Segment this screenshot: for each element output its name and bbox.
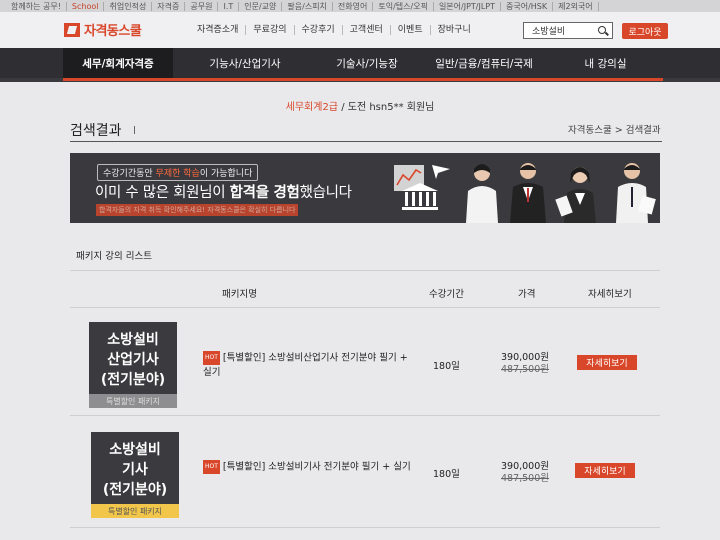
title-underline xyxy=(70,141,662,142)
row-divider xyxy=(70,527,660,528)
top-link[interactable]: 공무원 xyxy=(185,1,219,11)
logo-text: 자격동스쿨 xyxy=(84,24,142,39)
banner-headline-suffix: 했습니다 xyxy=(299,185,352,201)
member-grade: 세무회계2급 xyxy=(285,102,339,113)
top-link[interactable]: I.T xyxy=(218,1,240,11)
package-name-link[interactable]: HOT [특별할인] 소방설비기사 전기분야 필기 + 실기 xyxy=(203,460,413,475)
original-price: 487,500원 xyxy=(500,364,550,375)
search-value: 소방설비 xyxy=(532,27,566,37)
site-logo[interactable]: 자격동스쿨 xyxy=(64,20,142,39)
banner-pill-text: 수강기간동안 xyxy=(103,169,156,179)
column-header-detail: 자세히보기 xyxy=(588,289,632,300)
page-title: 검색결과 xyxy=(70,123,122,139)
original-price: 487,500원 xyxy=(500,473,550,484)
package-list-title: 패키지 강의 리스트 xyxy=(76,251,152,262)
site-header: 자격동스쿨 자격증소개 무료강의 수강후기 고객센터 이벤트 장바구니 소방설비… xyxy=(0,12,720,48)
package-name-link[interactable]: HOT [특별할인] 소방설비산업기사 전기분야 필기 + 실기 xyxy=(203,351,413,380)
nav-item-intro[interactable]: 자격증소개 xyxy=(190,25,247,35)
main-nav: 자격증소개 무료강의 수강후기 고객센터 이벤트 장바구니 xyxy=(190,25,478,35)
detail-button[interactable]: 자세히보기 xyxy=(577,355,637,370)
banner-pill-suffix: 이 가능합니다 xyxy=(199,169,253,179)
category-tab-tax[interactable]: 세무/회계자격증 xyxy=(63,48,173,78)
table-top-line xyxy=(70,270,660,271)
table-header-line xyxy=(70,307,660,308)
thumbnail-title: 소방설비 기사 (전기분야) xyxy=(102,442,168,498)
banner-note: 합격자들의 자격 취득 확인해주세요! 자격동스쿨은 확실히 다릅니다 xyxy=(96,204,299,216)
top-link[interactable]: 일본어/JPT/JLPT xyxy=(434,1,502,11)
breadcrumb: 자격동스쿨 > 검색결과 xyxy=(568,125,661,136)
logout-button[interactable]: 로그아웃 xyxy=(622,23,668,39)
thumbnail-tag: 특별할인 패키지 xyxy=(91,504,179,518)
top-link[interactable]: 함께하는 공무! xyxy=(6,1,67,11)
column-header-price: 가격 xyxy=(518,289,536,300)
package-name: [특별할인] 소방설비기사 전기분야 필기 + 실기 xyxy=(222,461,411,473)
banner-pill-highlight: 무제한 학습 xyxy=(155,169,200,179)
banner-pill: 수강기간동안 무제한 학습이 가능합니다 xyxy=(97,164,259,181)
nav-item-free[interactable]: 무료강의 xyxy=(246,25,295,35)
hot-badge: HOT xyxy=(203,351,220,365)
detail-button[interactable]: 자세히보기 xyxy=(575,463,635,478)
search-icon[interactable] xyxy=(598,26,606,34)
hot-badge: HOT xyxy=(203,460,220,474)
thumbnail-title: 소방설비 산업기사 (전기분야) xyxy=(100,332,166,388)
top-link[interactable]: 자격증 xyxy=(152,1,186,11)
package-period: 180일 xyxy=(433,361,460,372)
title-divider xyxy=(134,126,135,134)
sale-price: 390,000원 xyxy=(500,461,550,472)
package-thumbnail[interactable]: 소방설비 기사 (전기분야) 특별할인 패키지 xyxy=(91,432,179,518)
top-link[interactable]: 중국어/HSK xyxy=(501,1,554,11)
package-period: 180일 xyxy=(433,469,460,480)
logo-icon xyxy=(64,22,80,37)
people-photo xyxy=(466,163,656,223)
package-thumbnail[interactable]: 소방설비 산업기사 (전기분야) 특별할인 패키지 xyxy=(89,322,177,408)
thumbnail-tag: 특별할인 패키지 xyxy=(89,394,177,408)
package-price: 390,000원 487,500원 xyxy=(500,461,550,485)
column-header-name: 패키지명 xyxy=(222,289,257,300)
top-link[interactable]: School xyxy=(67,1,105,11)
category-tab-craftsman[interactable]: 기능사/산업기사 xyxy=(190,48,300,78)
nav-accent-line xyxy=(63,78,663,81)
member-greeting: / 도전 hsn5** 회원님 xyxy=(341,102,435,113)
top-links-bar: 함께하는 공무! School 취업인적성 자격증 공무원 I.T 인문/교양 … xyxy=(0,0,720,12)
nav-item-cart[interactable]: 장바구니 xyxy=(431,25,478,35)
nav-item-event[interactable]: 이벤트 xyxy=(391,25,431,35)
top-link[interactable]: 인문/교양 xyxy=(239,1,283,11)
package-price: 390,000원 487,500원 xyxy=(500,352,550,376)
promo-banner[interactable]: 수강기간동안 무제한 학습이 가능합니다 이미 수 많은 회원님이 합격을 경험… xyxy=(70,153,660,223)
banner-headline: 이미 수 많은 회원님이 합격을 경험했습니다 xyxy=(95,181,352,202)
welcome-message: 세무회계2급 / 도전 hsn5** 회원님 xyxy=(0,98,720,113)
package-name: [특별할인] 소방설비산업기사 전기분야 필기 + 실기 xyxy=(203,352,408,378)
top-link[interactable]: 전화영어 xyxy=(333,1,374,11)
nav-item-support[interactable]: 고객센터 xyxy=(343,25,391,35)
category-tab-general[interactable]: 일반/금융/컴퓨터/국제 xyxy=(425,48,543,78)
building-chart-icon xyxy=(394,165,450,210)
category-tab-engineer[interactable]: 기술사/기능장 xyxy=(312,48,422,78)
row-divider xyxy=(70,415,660,416)
top-link[interactable]: 토익/텝스/오픽 xyxy=(373,1,434,11)
category-tab-my-classroom[interactable]: 내 강의실 xyxy=(548,48,663,78)
search-input[interactable]: 소방설비 xyxy=(523,22,613,39)
sale-price: 390,000원 xyxy=(500,352,550,363)
banner-headline-prefix: 이미 수 많은 회원님이 xyxy=(95,185,230,201)
column-header-period: 수강기간 xyxy=(429,289,464,300)
top-link[interactable]: 제2외국어 xyxy=(553,1,599,11)
top-link[interactable]: 팔음/스피치 xyxy=(282,1,333,11)
nav-item-reviews[interactable]: 수강후기 xyxy=(295,25,343,35)
banner-headline-bold: 합격을 경험 xyxy=(229,185,300,201)
top-link[interactable]: 취업인적성 xyxy=(104,1,153,11)
